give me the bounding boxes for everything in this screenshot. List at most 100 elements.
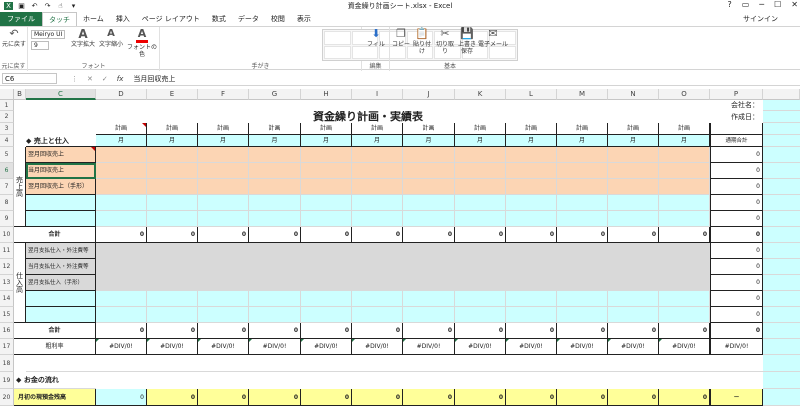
worksheet-grid[interactable]: B C D E F G H I J K L M N O P 1 2 3 4 5 6 7 8 9 10 11 12 13 14 15 16 17…	[0, 89, 800, 408]
sales-cell[interactable]	[96, 147, 147, 163]
plan-header[interactable]: 計画	[301, 123, 352, 135]
purchase-cell[interactable]	[506, 307, 557, 323]
sales-cell[interactable]	[608, 179, 659, 195]
tab-file[interactable]: ファイル	[0, 12, 42, 26]
purchase-total[interactable]: 0	[710, 291, 763, 307]
purchase-cell[interactable]	[455, 259, 506, 275]
blank-cell[interactable]	[608, 355, 659, 372]
cut-button[interactable]: ✂ 切り取り	[434, 28, 456, 56]
sales-row-label[interactable]: 翌月回収売上（手形）	[26, 179, 96, 195]
purchase-cell[interactable]	[403, 307, 455, 323]
tab-data[interactable]: データ	[232, 12, 265, 26]
purchase-row-label[interactable]	[26, 291, 96, 307]
sales-cell[interactable]	[147, 211, 198, 227]
sales-cell[interactable]	[147, 179, 198, 195]
sales-cell[interactable]	[659, 179, 710, 195]
purchase-total-value[interactable]: 0	[96, 323, 147, 339]
section-cashflow[interactable]: ◆ お金の流れ	[14, 372, 96, 389]
row-header[interactable]: 13	[0, 275, 14, 291]
maximize-icon[interactable]: ☐	[774, 0, 781, 9]
sales-cell[interactable]	[96, 179, 147, 195]
column-header[interactable]: L	[506, 89, 557, 100]
purchase-cell[interactable]	[659, 243, 710, 259]
margin-value[interactable]: #DIV/0!	[249, 339, 301, 355]
margin-value[interactable]: #DIV/0!	[352, 339, 403, 355]
purchase-cell[interactable]	[301, 307, 352, 323]
plan-header-total[interactable]	[710, 123, 763, 135]
blank-cell[interactable]	[710, 355, 763, 372]
opening-balance-value[interactable]: 0	[249, 389, 301, 406]
purchase-cell[interactable]	[249, 259, 301, 275]
purchase-cell[interactable]	[659, 291, 710, 307]
row-header[interactable]: 4	[0, 135, 14, 147]
purchase-total-value[interactable]: 0	[147, 323, 198, 339]
sales-cell[interactable]	[403, 147, 455, 163]
purchase-cell[interactable]	[506, 243, 557, 259]
month-header[interactable]: 月	[301, 135, 352, 147]
sales-total[interactable]: 0	[710, 179, 763, 195]
sales-cell[interactable]	[403, 211, 455, 227]
row-header[interactable]: 20	[0, 389, 14, 406]
sales-cell[interactable]	[249, 195, 301, 211]
purchase-cell[interactable]	[301, 243, 352, 259]
month-header[interactable]: 月	[352, 135, 403, 147]
sales-cell[interactable]	[659, 195, 710, 211]
sales-cell[interactable]	[608, 147, 659, 163]
sales-cell[interactable]	[455, 195, 506, 211]
purchase-cell[interactable]	[455, 307, 506, 323]
month-header[interactable]: 月	[249, 135, 301, 147]
purchase-total-value[interactable]: 0	[608, 323, 659, 339]
sales-row-label[interactable]	[26, 211, 96, 227]
sales-total[interactable]: 0	[710, 211, 763, 227]
side-cell[interactable]	[763, 163, 800, 179]
sales-cell[interactable]	[198, 163, 249, 179]
column-header[interactable]: B	[14, 89, 26, 100]
purchase-cell[interactable]	[147, 275, 198, 291]
side-cell[interactable]	[763, 147, 800, 163]
purchase-total-value[interactable]: 0	[557, 323, 608, 339]
month-header[interactable]: 月	[147, 135, 198, 147]
sales-cell[interactable]	[659, 163, 710, 179]
font-name-box[interactable]: Meiryo UI	[31, 30, 65, 39]
purchase-cell[interactable]	[608, 291, 659, 307]
sales-total-value[interactable]: 0	[557, 227, 608, 243]
tab-insert[interactable]: 挿入	[110, 12, 136, 26]
side-cell[interactable]	[763, 111, 800, 123]
month-header[interactable]: 月	[455, 135, 506, 147]
plan-header[interactable]: 計画	[557, 123, 608, 135]
tab-review[interactable]: 校閲	[265, 12, 291, 26]
purchase-cell[interactable]	[403, 243, 455, 259]
sales-cell[interactable]	[455, 147, 506, 163]
purchase-cell[interactable]	[198, 259, 249, 275]
row-header[interactable]: 11	[0, 243, 14, 259]
sales-cell[interactable]	[506, 179, 557, 195]
purchase-total[interactable]: 0	[710, 307, 763, 323]
purchase-row-label[interactable]	[26, 307, 96, 323]
sales-cell[interactable]	[301, 163, 352, 179]
plan-header[interactable]: 計画	[96, 123, 147, 135]
plan-header[interactable]: 計画	[506, 123, 557, 135]
opening-balance-value[interactable]: 0	[506, 389, 557, 406]
column-header[interactable]: H	[301, 89, 352, 100]
sales-cell[interactable]	[403, 179, 455, 195]
row-header[interactable]: 17	[0, 339, 14, 355]
purchase-row-label[interactable]: 翌月支払仕入・外注費等	[26, 243, 96, 259]
purchase-row-label[interactable]: 当月支払仕入・外注費等	[26, 259, 96, 275]
purchase-cell[interactable]	[557, 291, 608, 307]
side-cell[interactable]	[763, 372, 800, 389]
opening-balance-label[interactable]: 月初の現預金残高	[14, 389, 96, 406]
side-cell[interactable]	[763, 355, 800, 372]
sales-cell[interactable]	[455, 179, 506, 195]
margin-value[interactable]: #DIV/0!	[198, 339, 249, 355]
sales-total-value[interactable]: 0	[198, 227, 249, 243]
sales-cell[interactable]	[608, 195, 659, 211]
margin-label[interactable]: 粗利率	[14, 339, 96, 355]
sign-in-link[interactable]: サインイン	[743, 14, 778, 24]
opening-balance-value[interactable]: 0	[301, 389, 352, 406]
opening-balance-total[interactable]: －	[710, 389, 763, 406]
side-cell[interactable]	[763, 389, 800, 406]
purchase-total[interactable]: 0	[710, 243, 763, 259]
row-header[interactable]: 14	[0, 291, 14, 307]
opening-balance-value[interactable]: 0	[557, 389, 608, 406]
column-header[interactable]: E	[147, 89, 198, 100]
